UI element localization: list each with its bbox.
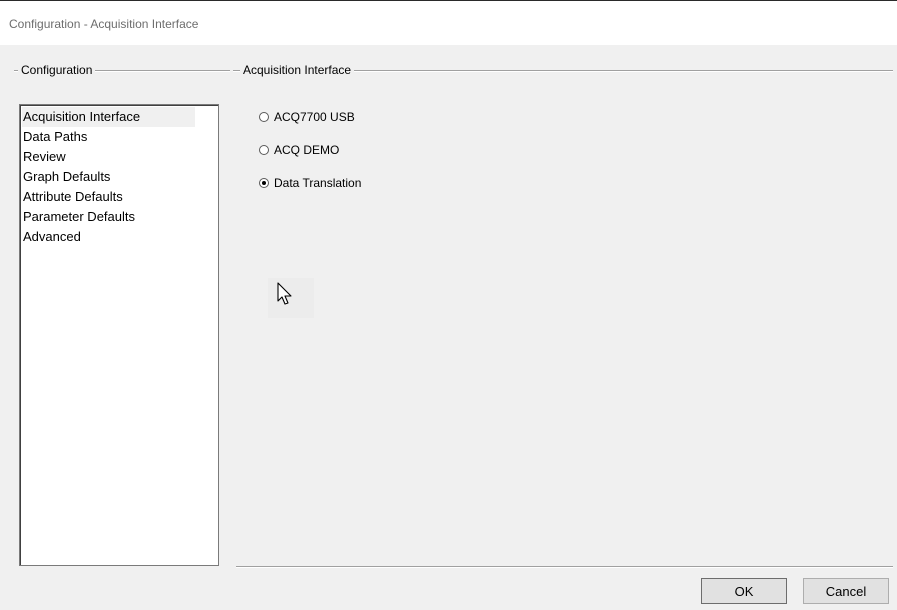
radio-button-checked[interactable] xyxy=(259,178,269,188)
title-bar: Configuration - Acquisition Interface xyxy=(0,0,897,45)
list-item-parameter-defaults[interactable]: Parameter Defaults xyxy=(22,207,135,227)
radio-button[interactable] xyxy=(259,145,269,155)
mouse-pointer-icon xyxy=(277,282,292,305)
ok-button[interactable]: OK xyxy=(701,578,787,604)
list-item-data-paths[interactable]: Data Paths xyxy=(22,127,87,147)
list-item-acquisition-interface[interactable]: Acquisition Interface xyxy=(22,107,195,127)
list-item-graph-defaults[interactable]: Graph Defaults xyxy=(22,167,110,187)
acquisition-group-label: Acquisition Interface xyxy=(240,63,355,77)
cancel-button[interactable]: Cancel xyxy=(803,578,889,604)
cursor-area xyxy=(268,278,314,318)
radio-button[interactable] xyxy=(259,112,269,122)
bottom-separator xyxy=(236,566,893,568)
list-item-review[interactable]: Review xyxy=(22,147,66,167)
list-item-advanced[interactable]: Advanced xyxy=(22,227,81,247)
radio-dot-icon xyxy=(262,181,266,185)
radio-label[interactable]: ACQ7700 USB xyxy=(274,110,355,124)
configuration-group-label: Configuration xyxy=(18,63,96,77)
configuration-list[interactable]: Acquisition Interface Data Paths Review … xyxy=(19,104,219,566)
window-title: Configuration - Acquisition Interface xyxy=(9,17,199,31)
radio-label[interactable]: Data Translation xyxy=(274,176,361,190)
radio-label[interactable]: ACQ DEMO xyxy=(274,143,339,157)
list-item-attribute-defaults[interactable]: Attribute Defaults xyxy=(22,187,123,207)
